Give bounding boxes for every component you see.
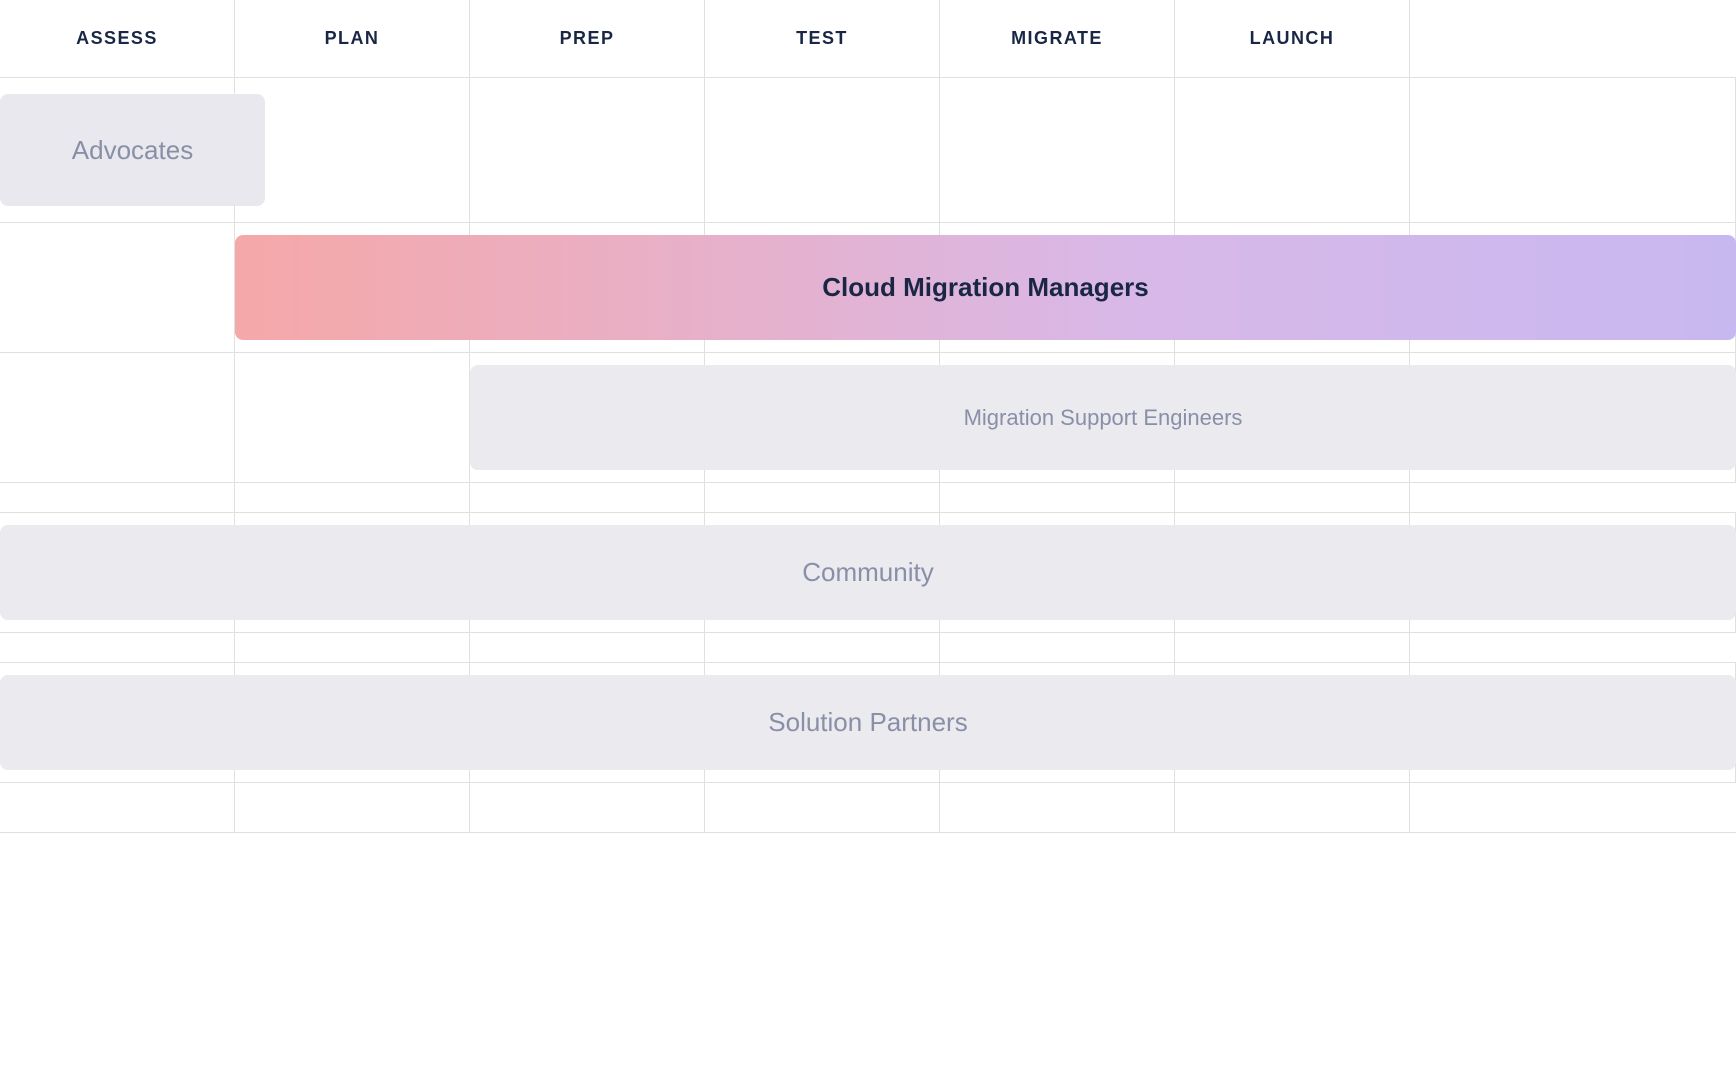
advocates-bar: Advocates (0, 94, 265, 206)
cell-advocates-test (705, 78, 940, 222)
gantt-chart: ASSESS PLAN PREP TEST MIGRATE LAUNCH Adv… (0, 0, 1736, 1068)
cloud-migration-label: Cloud Migration Managers (822, 272, 1148, 303)
cloud-migration-bar: Cloud Migration Managers (235, 235, 1736, 340)
cell-advocates-migrate (940, 78, 1175, 222)
support-engineers-label: Migration Support Engineers (964, 405, 1243, 431)
solution-partners-bar: Solution Partners (0, 675, 1736, 770)
swimlane-row-solution-partners: Solution Partners (0, 663, 1736, 783)
header-test: TEST (705, 0, 940, 77)
header-launch: LAUNCH (1175, 0, 1410, 77)
swimlane-row-advocates: Advocates (0, 78, 1736, 223)
cell-advocates-plan (235, 78, 470, 222)
spacer-row-1 (0, 483, 1736, 513)
cell-advocates-launch (1175, 78, 1410, 222)
swimlane-row-support-engineers: Migration Support Engineers (0, 353, 1736, 483)
header-migrate: MIGRATE (940, 0, 1175, 77)
bottom-spacer (0, 783, 1736, 833)
column-headers: ASSESS PLAN PREP TEST MIGRATE LAUNCH (0, 0, 1736, 78)
cell-se-assess (0, 353, 235, 482)
swimlane-row-cloud-migration: Cloud Migration Managers (0, 223, 1736, 353)
cell-se-plan (235, 353, 470, 482)
swimlanes-container: Advocates Cloud Migration Managers (0, 78, 1736, 833)
header-extra (1410, 0, 1736, 77)
cell-advocates-prep (470, 78, 705, 222)
header-prep: PREP (470, 0, 705, 77)
spacer-row-2 (0, 633, 1736, 663)
community-bar: Community (0, 525, 1736, 620)
support-engineers-bar: Migration Support Engineers (470, 365, 1736, 470)
cell-cm-assess (0, 223, 235, 352)
swimlane-row-community: Community (0, 513, 1736, 633)
advocates-label: Advocates (72, 135, 193, 166)
solution-partners-label: Solution Partners (768, 707, 967, 738)
header-plan: PLAN (235, 0, 470, 77)
cell-advocates-extra (1410, 78, 1736, 222)
header-assess: ASSESS (0, 0, 235, 77)
community-label: Community (802, 557, 933, 588)
